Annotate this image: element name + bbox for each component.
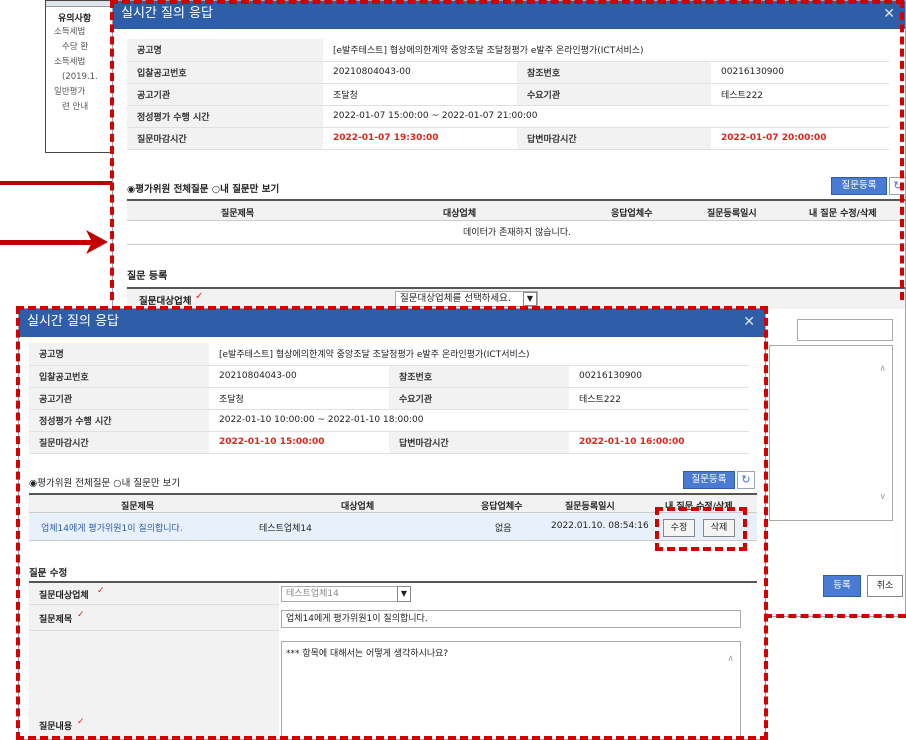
highlight-frame xyxy=(110,0,904,300)
register-button[interactable]: 등록 xyxy=(823,575,861,597)
text-input-behind[interactable] xyxy=(797,319,893,341)
arrow-head-icon xyxy=(86,230,108,254)
highlight-frame xyxy=(16,306,768,740)
scroll-down-icon[interactable]: ∨ xyxy=(879,492,886,502)
cancel-button[interactable]: 취소 xyxy=(867,575,903,597)
highlight-frame xyxy=(764,614,906,618)
textarea-behind[interactable]: ∧ ∨ xyxy=(769,345,893,521)
scroll-up-icon[interactable]: ∧ xyxy=(879,364,886,374)
